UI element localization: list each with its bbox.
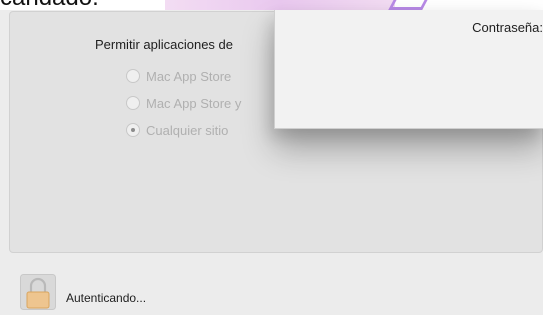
radio-label: Cualquier sitio (146, 122, 229, 138)
background-graphic (165, 0, 432, 10)
radio-button[interactable] (126, 96, 140, 110)
password-label: Contraseña: (472, 20, 543, 35)
radio-option-anywhere[interactable]: Cualquier sitio (126, 121, 228, 139)
decorative-shape (388, 0, 432, 10)
radio-label: Mac App Store (146, 68, 232, 84)
radio-button[interactable] (126, 69, 140, 83)
radio-button-selected[interactable] (126, 123, 140, 137)
radio-option-mac-app-store[interactable]: Mac App Store (126, 67, 231, 85)
top-strip: candado. (0, 0, 543, 10)
lock-icon[interactable] (20, 274, 56, 310)
page-heading-partial: candado. (0, 0, 99, 10)
allow-apps-label: Permitir aplicaciones de (95, 37, 234, 52)
radio-label: Mac App Store y (146, 95, 242, 111)
radio-option-mac-app-store-identified[interactable]: Mac App Store y (126, 94, 241, 112)
authenticating-status: Autenticando... (66, 291, 147, 305)
authentication-sheet: Contraseña: (274, 10, 543, 129)
